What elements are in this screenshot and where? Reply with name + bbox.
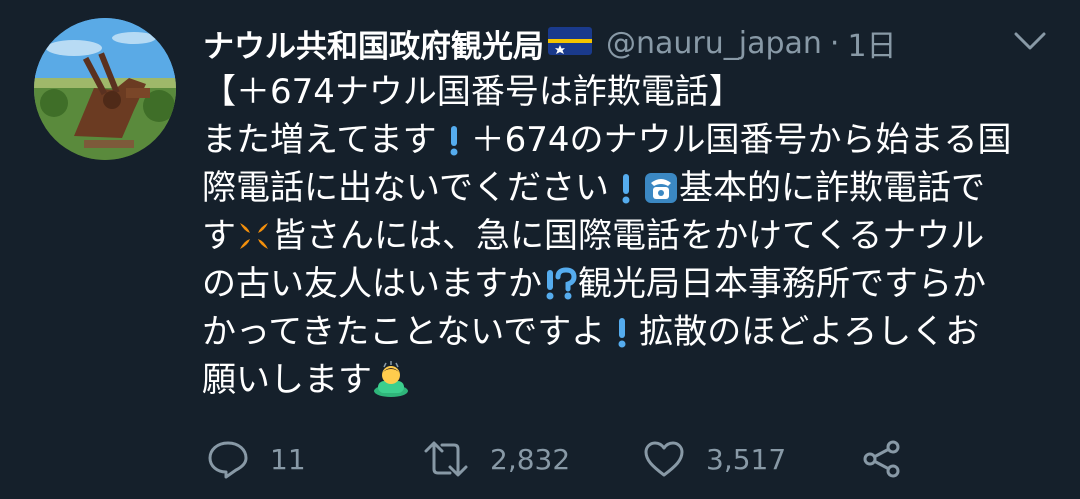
tweet-line: す皆さんには、急に国際電話をかけてくるナウル: [202, 212, 1054, 260]
text-segment: また増えてます: [202, 120, 437, 160]
tweet-card[interactable]: ナウル共和国政府観光局 @nauru_japan · 1日 【＋674ナウル国番…: [0, 0, 1080, 499]
like-button[interactable]: 3,517: [642, 432, 786, 486]
text-segment: 基本的に詐欺電話で: [678, 168, 985, 208]
exclamation-question-icon: [542, 266, 578, 314]
reply-button[interactable]: 11: [206, 432, 306, 486]
tweet-line: 【＋674ナウル国番号は詐欺電話】: [202, 72, 743, 112]
display-name[interactable]: ナウル共和国政府観光局: [203, 21, 544, 66]
retweet-count: 2,832: [490, 442, 571, 476]
text-segment: の古い友人はいますか: [202, 264, 542, 304]
telephone-icon: [643, 170, 679, 218]
like-count: 3,517: [706, 442, 787, 476]
share-button[interactable]: [860, 432, 904, 486]
tweet-header: ナウル共和国政府観光局 @nauru_japan · 1日: [203, 20, 1023, 66]
reply-icon: [208, 441, 248, 479]
heart-icon: [644, 441, 684, 477]
text-segment: ＋674のナウル国番号から始まる国: [470, 120, 1012, 160]
tweet-line: の古い友人はいますか 観光局日本事務所ですらか: [202, 260, 1054, 308]
exclamation-icon: [609, 170, 643, 218]
tweet-actions: 11 2,832 3,517: [200, 432, 920, 486]
retweet-icon: [424, 441, 468, 477]
text-segment: 観光局日本事務所ですらか: [578, 264, 986, 304]
share-icon: [863, 440, 900, 478]
text-segment: 皆さんには、急に国際電話をかけてくるナウル: [272, 216, 985, 256]
avatar[interactable]: [34, 18, 176, 160]
tweet-line: 願いします: [202, 356, 1054, 404]
retweet-button[interactable]: 2,832: [422, 432, 570, 486]
anger-symbol-icon: [236, 218, 272, 266]
tweet-text: 【＋674ナウル国番号は詐欺電話】 また増えてます ＋674のナウル国番号から始ま…: [202, 68, 1054, 404]
exclamation-icon: [437, 122, 471, 170]
text-segment: す: [202, 216, 236, 256]
text-segment: 際電話に出ないでください: [202, 168, 609, 208]
tweet-line: 際電話に出ないでください 基本的に詐欺電話で: [202, 164, 1054, 212]
user-handle[interactable]: @nauru_japan: [606, 26, 822, 61]
more-options-button[interactable]: [1010, 26, 1050, 56]
tweet-line: また増えてます ＋674のナウル国番号から始まる国: [202, 116, 1054, 164]
bowing-person-icon: [372, 361, 410, 410]
reply-count: 11: [270, 442, 306, 476]
separator-dot: ·: [829, 25, 840, 61]
timestamp[interactable]: 1日: [847, 21, 896, 65]
text-segment: 願いします: [202, 360, 372, 400]
text-segment: 拡散のほどよろしくお: [639, 312, 980, 352]
tweet-line: かってきたことないですよ 拡散のほどよろしくお: [202, 308, 1054, 356]
exclamation-icon: [605, 314, 639, 362]
nauru-flag-icon: [548, 27, 592, 59]
text-segment: かってきたことないですよ: [202, 312, 606, 352]
chevron-down-icon: [1014, 32, 1046, 50]
